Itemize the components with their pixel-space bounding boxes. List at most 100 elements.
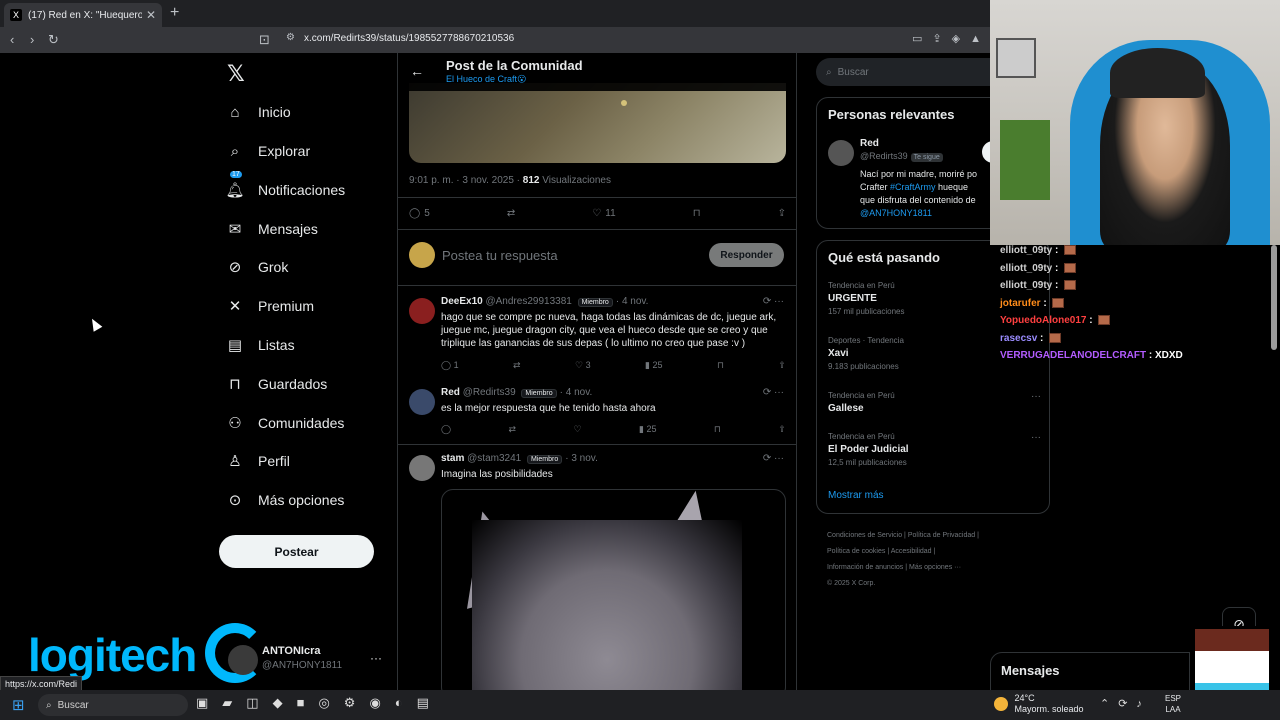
chat-username[interactable]: elliott_09ty: [1000, 280, 1052, 291]
post-button[interactable]: Postear: [219, 535, 374, 568]
person-name[interactable]: Red: [860, 138, 879, 149]
weather-widget[interactable]: 24°C Mayorm. soleado: [994, 693, 1084, 715]
tweet-handle[interactable]: @stam3241: [467, 453, 521, 464]
nav-item-comunidades[interactable]: ⚇ Comunidades: [226, 411, 344, 435]
bookmark-button[interactable]: ⊓: [717, 360, 724, 371]
bookmark-button[interactable]: ⊓: [693, 208, 701, 219]
nav-item-inicio[interactable]: ⌂ Inicio: [226, 100, 290, 124]
reply-tweet[interactable]: stam @stam3241 Miembro · 3 nov. ⟳ ··· Ima…: [409, 453, 786, 493]
brave-icon[interactable]: ◆: [273, 695, 283, 711]
address-bar[interactable]: x.com/Redirts39/status/19855277886702105…: [304, 33, 514, 44]
messages-panel[interactable]: Mensajes: [990, 652, 1190, 692]
views-button[interactable]: ▮ 25: [639, 424, 656, 435]
footer-link[interactable]: Condiciones de Servicio: [827, 532, 902, 539]
chat-username[interactable]: elliott_09ty: [1000, 263, 1052, 274]
nav-item-mas-opciones[interactable]: ⊙ Más opciones: [226, 488, 345, 512]
trend-item[interactable]: Tendencia en Perú Gallese ···: [828, 391, 1043, 414]
trend-options[interactable]: ···: [1031, 432, 1041, 443]
tweet-date[interactable]: 3 nov.: [571, 453, 598, 464]
forward-icon[interactable]: ›: [30, 32, 34, 47]
store-icon[interactable]: ◫: [246, 695, 258, 711]
nav-item-mensajes[interactable]: ✉ Mensajes: [226, 217, 318, 241]
avatar[interactable]: [409, 389, 435, 415]
app-icon[interactable]: ■: [297, 695, 305, 711]
tweet-options[interactable]: ⟳ ···: [763, 296, 784, 307]
reload-icon[interactable]: ↻: [48, 32, 59, 48]
avatar[interactable]: [409, 298, 435, 324]
repost-button[interactable]: ⇄: [507, 208, 515, 219]
reply-submit-button[interactable]: Responder: [709, 243, 784, 267]
chat-username[interactable]: VERRUGADELANODELCRAFT: [1000, 350, 1146, 361]
footer-link[interactable]: Accesibilidad: [891, 548, 932, 555]
post-image[interactable]: [409, 83, 786, 163]
like-button[interactable]: ♡ 11: [592, 208, 615, 219]
close-tab-icon[interactable]: ✕: [146, 8, 156, 22]
nav-item-notificaciones[interactable]: 🔔︎ 17 Notificaciones: [225, 171, 345, 202]
reply-button[interactable]: ◯ 1: [441, 360, 459, 371]
discord-icon[interactable]: ◉: [369, 695, 380, 711]
hashtag-link[interactable]: #CraftArmy: [890, 182, 936, 192]
footer-link[interactable]: Más opciones ···: [909, 564, 961, 571]
nav-item-premium[interactable]: ✕ Premium: [226, 294, 314, 318]
footer-link[interactable]: Política de Privacidad: [908, 532, 975, 539]
community-link[interactable]: El Hueco de Craft😮: [446, 74, 526, 85]
nav-item-listas[interactable]: ▤ Listas: [226, 333, 295, 357]
tweet-author[interactable]: DeeEx10: [441, 296, 483, 307]
site-info-icon[interactable]: ⚙: [286, 32, 295, 43]
views-button[interactable]: ▮ 25: [645, 360, 662, 371]
chat-username[interactable]: rasecsv: [1000, 333, 1037, 344]
footer-link[interactable]: Información de anuncios: [827, 564, 903, 571]
reply-tweet[interactable]: DeeEx10 @Andres29913381 Miembro · 4 nov. …: [409, 296, 786, 381]
account-switcher[interactable]: ANTONIcra @AN7HONY1811 ···: [228, 643, 388, 679]
share-button[interactable]: ⇪: [778, 424, 786, 435]
x-logo-icon[interactable]: 𝕏: [227, 61, 245, 87]
trend-item[interactable]: Tendencia en Perú El Poder Judicial 12,5…: [828, 432, 1043, 467]
chat-username[interactable]: YopuedoAlone017: [1000, 315, 1087, 326]
back-arrow-icon[interactable]: ←: [410, 63, 424, 79]
tweet-options[interactable]: ⟳ ···: [763, 453, 784, 464]
toolbar-icons[interactable]: ▭⇪◈▲: [912, 32, 991, 45]
footer-link[interactable]: Política de cookies: [827, 548, 885, 555]
tweet-handle[interactable]: @Redirts39: [463, 387, 516, 398]
windows-start-icon[interactable]: ⊞: [12, 696, 25, 714]
reply-input[interactable]: Postea tu respuesta: [442, 248, 558, 263]
taskbar-search[interactable]: ⌕ Buscar: [38, 694, 188, 716]
nav-item-guardados[interactable]: ⊓ Guardados: [226, 372, 327, 396]
scrollbar[interactable]: [1271, 245, 1277, 350]
new-tab-button[interactable]: +: [170, 4, 179, 22]
settings-icon[interactable]: ⚙: [344, 695, 356, 711]
show-more-link[interactable]: Mostrar más: [828, 490, 884, 501]
tweet-author[interactable]: Red: [441, 387, 460, 398]
back-icon[interactable]: ‹: [10, 32, 14, 47]
nav-item-grok[interactable]: ⊘ Grok: [226, 255, 289, 279]
tweet-date[interactable]: 4 nov.: [566, 387, 593, 398]
trend-options[interactable]: ···: [1031, 391, 1041, 402]
folder-icon[interactable]: ▰: [222, 695, 232, 711]
bookmark-button[interactable]: ⊓: [714, 424, 721, 435]
repost-button[interactable]: ⇄: [509, 424, 517, 435]
like-button[interactable]: ♡: [574, 424, 582, 435]
obs-icon[interactable]: ◎: [318, 695, 329, 711]
chat-username[interactable]: elliott_09ty: [1000, 245, 1052, 256]
more-icon[interactable]: ···: [370, 651, 382, 665]
like-button[interactable]: ♡ 3: [575, 360, 591, 371]
post-timestamp[interactable]: 9:01 p. m. · 3 nov. 2025 ·: [409, 175, 520, 186]
share-button[interactable]: ⇪: [778, 208, 786, 219]
browser-tab[interactable]: X (17) Red en X: "Huequeros una p ✕: [4, 3, 162, 27]
reply-tweet[interactable]: Red @Redirts39 Miembro · 4 nov. ⟳ ··· es …: [409, 387, 786, 442]
share-button[interactable]: ⇪: [778, 360, 786, 371]
reply-button[interactable]: ◯: [441, 424, 451, 435]
avatar[interactable]: [828, 140, 854, 166]
avatar[interactable]: [409, 455, 435, 481]
tweet-date[interactable]: 4 nov.: [622, 296, 649, 307]
steam-icon[interactable]: ◐: [395, 695, 403, 711]
nav-item-perfil[interactable]: ♙ Perfil: [226, 449, 290, 473]
chat-username[interactable]: jotarufer: [1000, 298, 1041, 309]
task-view-icon[interactable]: ▣: [196, 695, 208, 711]
system-tray-icons[interactable]: ⌃⟳♪: [1100, 697, 1151, 710]
tweet-handle[interactable]: @Andres29913381: [485, 296, 571, 307]
repost-button[interactable]: ⇄: [513, 360, 521, 371]
bookmark-page-icon[interactable]: ⊡: [259, 32, 270, 48]
notes-icon[interactable]: ▤: [417, 695, 429, 711]
tweet-options[interactable]: ⟳ ···: [763, 387, 784, 398]
